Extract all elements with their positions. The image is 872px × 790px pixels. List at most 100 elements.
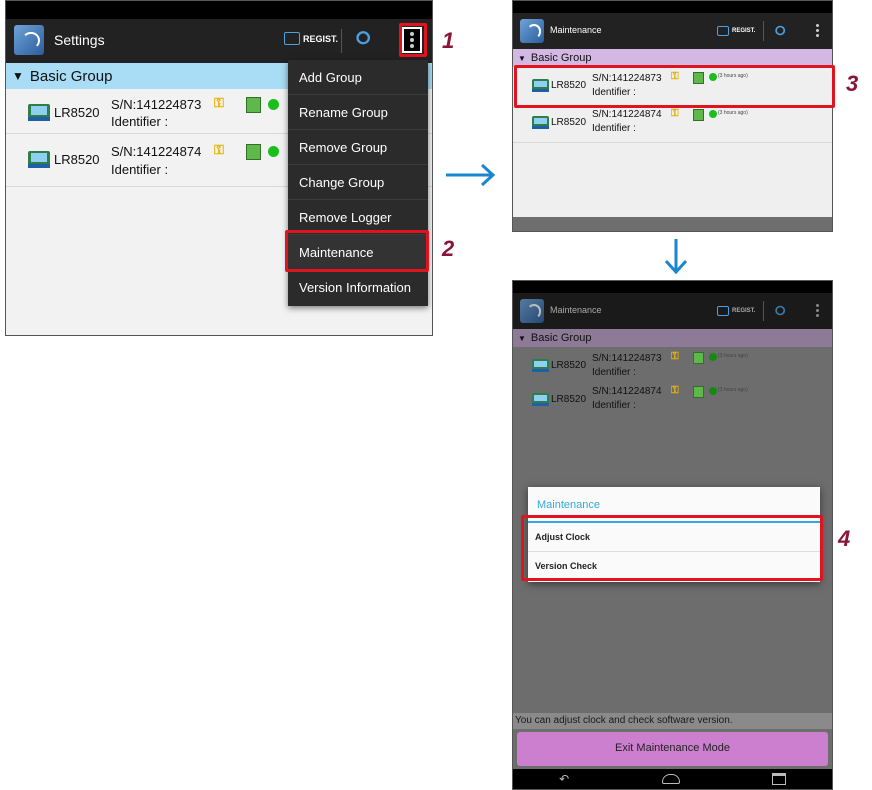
regist-button[interactable]: REGIST. — [717, 306, 755, 316]
expand-triangle-icon: ▼ — [518, 333, 526, 343]
hint-bar: You can adjust clock and check software … — [513, 713, 832, 729]
status-bar — [513, 281, 832, 293]
logger-serial: S/N:141224873 — [111, 97, 202, 112]
recents-icon[interactable] — [771, 773, 786, 785]
action-divider — [763, 301, 764, 321]
maintenance-action-bar: Maintenance REGIST. ⭘ — [513, 13, 832, 49]
regist-label: REGIST. — [732, 28, 756, 34]
wireless-icon[interactable]: ⭘ — [356, 28, 370, 49]
dialog-title: Maintenance — [537, 499, 600, 511]
exit-maintenance-button[interactable]: Exit Maintenance Mode — [517, 732, 828, 766]
regist-button[interactable]: REGIST. — [717, 26, 755, 36]
expand-triangle-icon: ▼ — [12, 69, 24, 83]
last-seen-label: (3 hours ago) — [718, 110, 748, 116]
logger-identifier: Identifier : — [111, 162, 169, 177]
app-icon[interactable] — [520, 19, 544, 43]
key-icon: ⚿ — [214, 95, 224, 110]
arrow-down-icon — [664, 239, 688, 275]
logger-serial: S/N:141224874 — [592, 109, 662, 120]
highlight-box-maintenance — [285, 230, 429, 272]
expand-triangle-icon: ▼ — [518, 53, 526, 63]
group-name: Basic Group — [530, 332, 592, 344]
signal-icon — [246, 97, 261, 113]
logger-model: LR8520 — [54, 152, 100, 167]
key-icon: ⚿ — [671, 108, 679, 119]
logger-serial: S/N:141224874 — [592, 386, 662, 397]
regist-button[interactable]: REGIST. — [284, 32, 338, 45]
overflow-menu-icon[interactable] — [815, 304, 819, 317]
back-icon[interactable]: ↶ — [559, 772, 569, 786]
status-dot-icon — [709, 353, 717, 361]
logger-row[interactable]: LR8520 S/N:141224874 Identifier : ⚿ (3 h… — [513, 108, 832, 143]
settings-title: Settings — [54, 32, 105, 48]
arrow-right-icon — [446, 163, 496, 187]
logger-serial: S/N:141224874 — [111, 144, 202, 159]
menu-item-rename-group[interactable]: Rename Group — [288, 95, 428, 130]
wireless-icon[interactable]: ⭘ — [775, 23, 785, 39]
step-number: 4 — [838, 526, 851, 551]
signal-icon — [693, 352, 704, 364]
menu-item-version-information[interactable]: Version Information — [288, 270, 428, 305]
logger-model: LR8520 — [54, 105, 100, 120]
group-name: Basic Group — [29, 67, 113, 85]
key-icon: ⚿ — [671, 385, 679, 396]
step-number: 1 — [442, 28, 455, 53]
settings-screen: Settings REGIST. ⭘ ▼ Basic Group LR8520 … — [5, 0, 433, 336]
regist-icon — [284, 32, 300, 45]
status-dot-icon — [709, 387, 717, 395]
app-icon[interactable] — [14, 25, 44, 55]
group-name: Basic Group — [530, 52, 592, 64]
logger-identifier: Identifier : — [592, 367, 636, 378]
maintenance-title: Maintenance — [550, 25, 602, 35]
regist-icon — [717, 306, 729, 316]
key-icon: ⚿ — [671, 351, 679, 362]
settings-action-bar: Settings REGIST. ⭘ — [6, 19, 432, 63]
logger-serial: S/N:141224873 — [592, 353, 662, 364]
last-seen-label: (3 hours ago) — [718, 353, 748, 359]
highlight-box-logger-row — [514, 65, 835, 108]
app-icon[interactable] — [520, 299, 544, 323]
status-dot-icon — [268, 146, 279, 157]
logger-icon — [532, 393, 549, 406]
logger-model: LR8520 — [551, 117, 587, 128]
highlight-box-overflow-menu — [399, 23, 427, 57]
logger-model: LR8520 — [551, 360, 587, 371]
regist-label: REGIST. — [732, 308, 756, 314]
key-icon: ⚿ — [214, 142, 224, 157]
exit-label: Exit Maintenance Mode — [615, 742, 730, 754]
logger-icon — [28, 151, 50, 169]
wireless-icon[interactable]: ⭘ — [775, 303, 785, 319]
menu-item-change-group[interactable]: Change Group — [288, 165, 428, 200]
menu-item-add-group[interactable]: Add Group — [288, 60, 428, 95]
logger-row[interactable]: LR8520 S/N:141224874 Identifier : ⚿ (3 h… — [513, 385, 832, 419]
signal-icon — [246, 144, 261, 160]
home-icon[interactable] — [661, 774, 680, 784]
logger-icon — [532, 359, 549, 372]
status-bar — [6, 1, 432, 19]
step-number: 3 — [846, 71, 859, 96]
status-dot-icon — [709, 110, 717, 118]
logger-identifier: Identifier : — [111, 114, 169, 129]
maintenance-action-bar: Maintenance REGIST. ⭘ — [513, 293, 832, 329]
maintenance-screen: Maintenance REGIST. ⭘ ▼ Basic Group LR85… — [512, 0, 833, 232]
highlight-box-dialog-options — [521, 515, 823, 581]
status-dot-icon — [268, 99, 279, 110]
logger-icon — [28, 104, 50, 122]
logger-icon — [532, 116, 549, 129]
last-seen-label: (3 hours ago) — [718, 387, 748, 393]
hint-text: You can adjust clock and check software … — [515, 715, 733, 726]
group-header[interactable]: ▼ Basic Group — [513, 329, 832, 347]
status-bar — [513, 1, 832, 13]
menu-item-remove-group[interactable]: Remove Group — [288, 130, 428, 165]
logger-row[interactable]: LR8520 S/N:141224873 Identifier : ⚿ (3 h… — [513, 347, 832, 387]
logger-identifier: Identifier : — [592, 400, 636, 411]
action-divider — [341, 29, 342, 53]
action-divider — [763, 21, 764, 41]
regist-icon — [717, 26, 729, 36]
signal-icon — [693, 109, 704, 121]
navigation-bar: ↶ — [513, 769, 832, 789]
maintenance-title: Maintenance — [550, 305, 602, 315]
logger-model: LR8520 — [551, 394, 587, 405]
overflow-menu-icon[interactable] — [815, 24, 819, 37]
bottom-bar — [513, 217, 832, 231]
